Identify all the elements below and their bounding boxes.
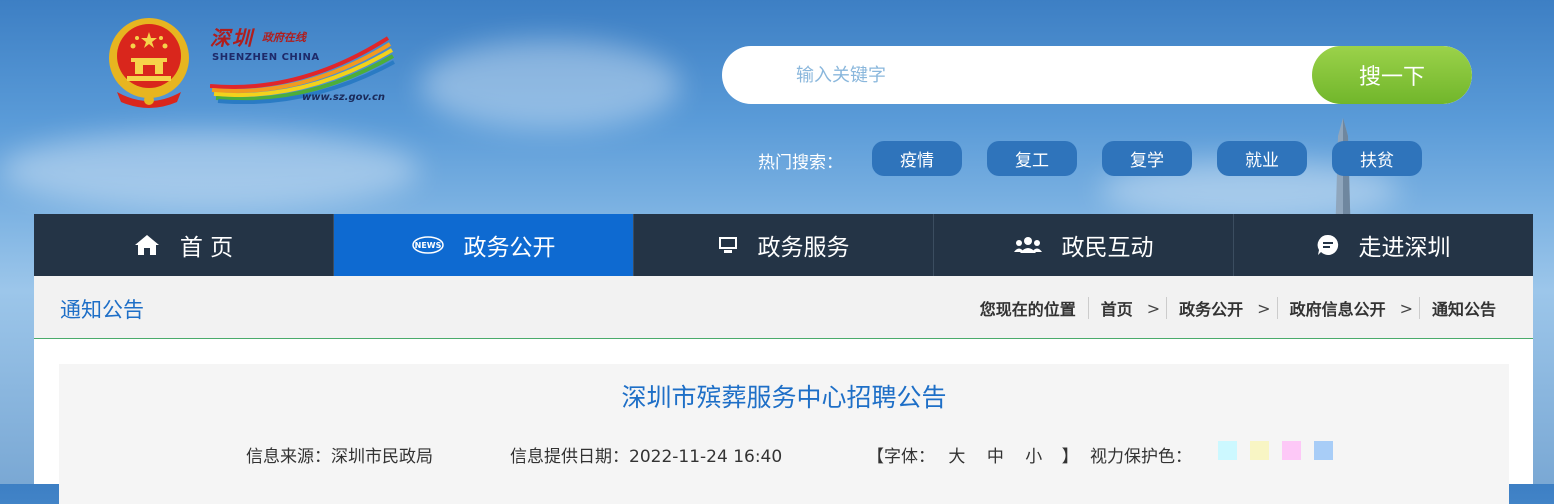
article-title: 深圳市殡葬服务中心招聘公告 <box>621 383 947 412</box>
hot-tag-resume-work[interactable]: 复工 <box>987 141 1077 176</box>
nav-item-label: 政务公开 <box>463 235 556 261</box>
eye-care-swatch-blue[interactable] <box>1314 441 1333 460</box>
section-title: 通知公告 <box>60 298 144 322</box>
search-input[interactable] <box>722 46 1302 104</box>
home-icon <box>134 234 160 256</box>
logo-url: www.sz.gov.cn <box>302 92 386 103</box>
nav-item-label: 政民互动 <box>1061 235 1154 261</box>
site-logo[interactable]: 深圳 政府在线 SHENZHEN CHINA www.sz.gov.cn <box>210 22 395 110</box>
font-small-button[interactable]: 小 <box>1025 447 1042 467</box>
search-button[interactable]: 搜一下 <box>1312 46 1472 104</box>
eye-care-swatch-pink[interactable] <box>1282 441 1301 460</box>
eye-care-swatch-yellow[interactable] <box>1250 441 1269 460</box>
hot-tag-poverty-relief[interactable]: 扶贫 <box>1332 141 1422 176</box>
search-bar: 搜一下 <box>722 46 1472 104</box>
breadcrumb-divider <box>1087 297 1089 319</box>
breadcrumb-link-gov-info[interactable]: 政府信息公开 <box>1290 296 1386 320</box>
main-nav: 首 页 NEWS 政务公开 政务服务 政民互动 走进深圳 <box>34 214 1533 276</box>
content-area: 深圳市殡葬服务中心招聘公告 信息来源：深圳市民政局 信息提供日期：2022-11… <box>34 339 1533 504</box>
breadcrumb-divider <box>1166 297 1168 319</box>
breadcrumb-bar: 通知公告 您现在的位置 首页 > 政务公开 > 政府信息公开 > 通知公告 <box>34 276 1533 339</box>
breadcrumb: 您现在的位置 首页 > 政务公开 > 政府信息公开 > 通知公告 <box>980 296 1496 320</box>
font-size-control: 【字体： 大 中 小 】 <box>867 442 1079 467</box>
font-size-label: 【字体： <box>867 447 935 467</box>
font-medium-button[interactable]: 中 <box>987 447 1004 467</box>
nav-item-about-shenzhen[interactable]: 走进深圳 <box>1234 214 1533 276</box>
nav-item-label: 走进深圳 <box>1358 235 1451 261</box>
breadcrumb-separator: > <box>1146 298 1161 318</box>
logo-english-name: SHENZHEN CHINA <box>212 52 320 63</box>
breadcrumb-divider <box>1276 297 1278 319</box>
nav-item-interaction[interactable]: 政民互动 <box>934 214 1234 276</box>
cloud-decoration <box>420 40 680 130</box>
news-icon: NEWS <box>411 236 444 254</box>
national-emblem-icon <box>109 18 189 108</box>
breadcrumb-link-government-affairs[interactable]: 政务公开 <box>1179 296 1243 320</box>
font-large-button[interactable]: 大 <box>948 447 965 467</box>
svg-text:NEWS: NEWS <box>414 241 441 250</box>
monitor-icon <box>718 236 738 254</box>
nav-item-home[interactable]: 首 页 <box>34 214 334 276</box>
breadcrumb-divider <box>1418 297 1420 319</box>
article-panel: 深圳市殡葬服务中心招聘公告 信息来源：深圳市民政局 信息提供日期：2022-11… <box>59 364 1509 504</box>
users-icon <box>1013 236 1042 254</box>
cloud-decoration <box>0 130 420 210</box>
hot-tag-epidemic[interactable]: 疫情 <box>872 141 962 176</box>
hot-tag-employment[interactable]: 就业 <box>1217 141 1307 176</box>
article-source: 信息来源：深圳市民政局 <box>246 447 433 467</box>
nav-item-label: 首 页 <box>179 235 234 261</box>
hot-tag-resume-school[interactable]: 复学 <box>1102 141 1192 176</box>
nav-item-government-affairs[interactable]: NEWS 政务公开 <box>334 214 634 276</box>
font-size-close: 】 <box>1061 447 1079 467</box>
breadcrumb-separator: > <box>1257 298 1271 318</box>
breadcrumb-link-notices[interactable]: 通知公告 <box>1432 296 1496 320</box>
hot-search-label: 热门搜索： <box>758 153 843 173</box>
chat-bubble-icon <box>1317 234 1339 256</box>
breadcrumb-separator: > <box>1399 298 1413 318</box>
breadcrumb-location-label: 您现在的位置 <box>979 300 1076 319</box>
breadcrumb-link-home[interactable]: 首页 <box>1101 296 1133 320</box>
nav-item-services[interactable]: 政务服务 <box>634 214 934 276</box>
nav-item-label: 政务服务 <box>757 235 850 261</box>
eye-care-swatch-cyan[interactable] <box>1218 441 1237 460</box>
article-date: 信息提供日期：2022-11-24 16:40 <box>510 447 783 467</box>
eye-care-label: 视力保护色： <box>1090 447 1192 467</box>
